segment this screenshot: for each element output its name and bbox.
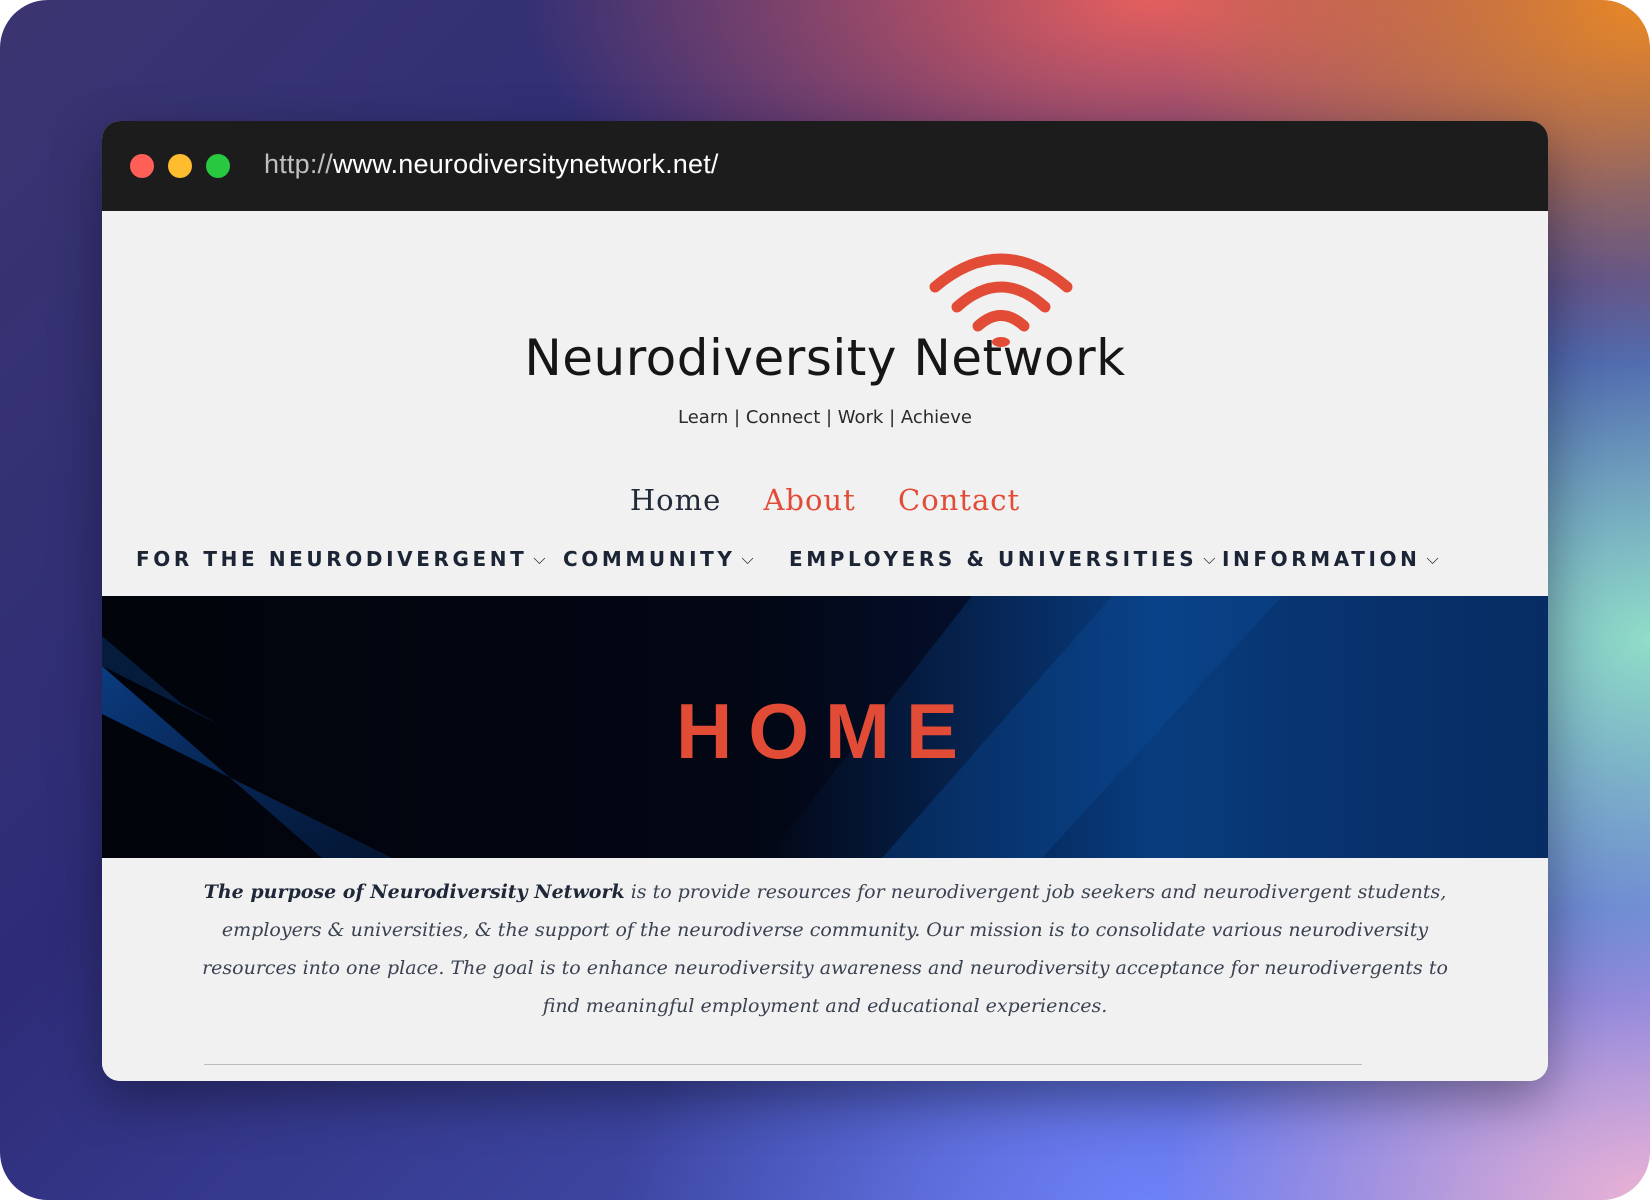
site-logo[interactable]: Neurodiversity Network Learn | Connect |… <box>102 211 1548 451</box>
web-page: Neurodiversity Network Learn | Connect |… <box>102 211 1548 1081</box>
nav-item-label: FOR THE NEURODIVERGENT <box>136 547 528 571</box>
address-bar[interactable]: http://www.neurodiversitynetwork.net/ <box>264 149 719 180</box>
nav-item-label: COMMUNITY <box>563 547 736 571</box>
nav-information[interactable]: INFORMATION ⌵ <box>1222 547 1439 571</box>
nav-community[interactable]: COMMUNITY ⌵ <box>563 547 754 571</box>
nav-about-link[interactable]: About <box>763 483 855 517</box>
minimize-window-button[interactable] <box>168 154 192 178</box>
top-nav: Home About Contact <box>102 483 1548 517</box>
intro-paragraph: The purpose of Neurodiversity Network is… <box>200 873 1450 1025</box>
section-divider <box>204 1064 1362 1065</box>
nav-item-label: EMPLOYERS & UNIVERSITIES <box>789 547 1198 571</box>
nav-contact-link[interactable]: Contact <box>898 483 1020 517</box>
brand-name: Neurodiversity Network <box>524 329 1126 387</box>
chevron-down-icon: ⌵ <box>1203 549 1216 568</box>
chevron-down-icon: ⌵ <box>1426 549 1439 568</box>
hero-banner: HOME <box>102 596 1548 858</box>
maximize-window-button[interactable] <box>206 154 230 178</box>
nav-item-label: INFORMATION <box>1222 547 1421 571</box>
url-protocol: http:// <box>264 149 333 179</box>
chevron-down-icon: ⌵ <box>533 549 546 568</box>
nav-for-the-neurodivergent[interactable]: FOR THE NEURODIVERGENT ⌵ <box>136 547 545 571</box>
nav-employers-universities[interactable]: EMPLOYERS & UNIVERSITIES ⌵ <box>789 547 1215 571</box>
browser-titlebar: http://www.neurodiversitynetwork.net/ <box>102 121 1548 211</box>
url-text: www.neurodiversitynetwork.net/ <box>332 149 719 179</box>
nav-home-link[interactable]: Home <box>630 483 721 517</box>
close-window-button[interactable] <box>130 154 154 178</box>
browser-window: http://www.neurodiversitynetwork.net/ Ne… <box>102 121 1548 1081</box>
chevron-down-icon: ⌵ <box>741 549 754 568</box>
intro-lead: The purpose of Neurodiversity Network <box>203 881 625 903</box>
brand-tagline: Learn | Connect | Work | Achieve <box>678 407 972 428</box>
hero-title: HOME <box>676 687 974 775</box>
